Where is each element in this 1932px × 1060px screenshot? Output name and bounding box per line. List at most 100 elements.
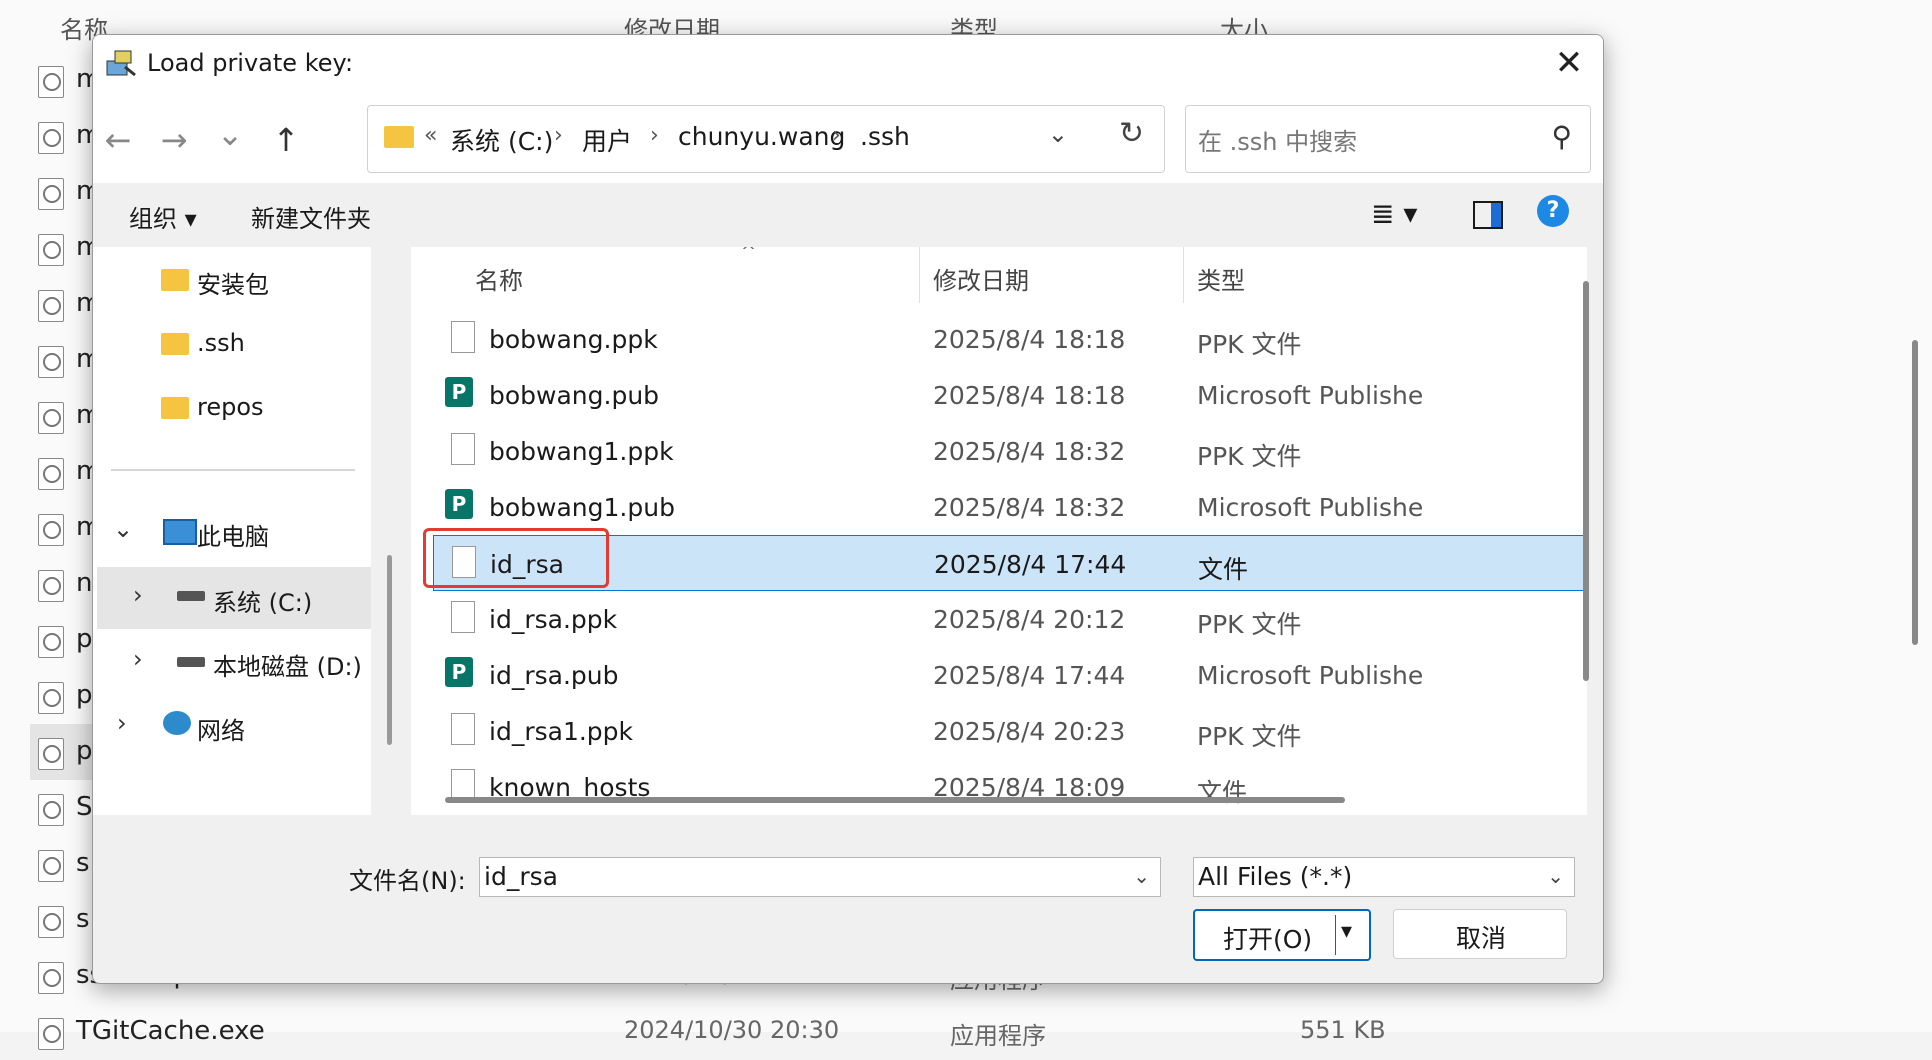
file-row[interactable]: id_rsa1.ppk 2025/8/4 20:23 PPK 文件 bbox=[433, 703, 1587, 759]
file-row[interactable]: bobwang.ppk 2025/8/4 18:18 PPK 文件 bbox=[433, 311, 1587, 367]
back-arrow-icon[interactable]: ← bbox=[93, 121, 143, 159]
vertical-scrollbar[interactable] bbox=[1583, 281, 1589, 681]
publisher-file-icon: P bbox=[445, 377, 473, 407]
file-type: PPK 文件 bbox=[1197, 722, 1302, 751]
file-type: PPK 文件 bbox=[1197, 610, 1302, 639]
putty-key-icon bbox=[106, 50, 136, 77]
nav-item-label: 此电脑 bbox=[197, 523, 269, 551]
file-icon bbox=[38, 234, 64, 266]
file-icon bbox=[38, 794, 64, 826]
address-dropdown-chevron-icon[interactable]: ⌄ bbox=[1048, 120, 1068, 148]
file-icon bbox=[38, 682, 64, 714]
file-row[interactable]: Pbobwang.pub 2025/8/4 18:18 Microsoft Publ… bbox=[433, 367, 1587, 423]
chevron-down-icon[interactable]: ⌄ bbox=[1547, 864, 1564, 888]
organize-menu-button[interactable]: 组织 ▾ bbox=[129, 199, 197, 234]
breadcrumb-separator[interactable]: › bbox=[650, 123, 659, 148]
bg-file-name: S bbox=[76, 792, 93, 822]
breadcrumb-separator[interactable]: › bbox=[554, 123, 563, 148]
search-icon[interactable]: ⚲ bbox=[1551, 120, 1572, 153]
bg-file-name: p bbox=[76, 736, 93, 766]
file-icon bbox=[451, 321, 475, 353]
file-row[interactable]: id_rsa.ppk 2025/8/4 20:12 PPK 文件 bbox=[433, 591, 1587, 647]
nav-pane-scrollbar[interactable] bbox=[387, 555, 392, 745]
open-button-label: 打开(O) bbox=[1223, 925, 1313, 954]
chevron-right-icon[interactable]: › bbox=[133, 645, 143, 673]
help-icon[interactable]: ? bbox=[1537, 195, 1569, 227]
chevron-down-icon[interactable]: ⌄ bbox=[113, 515, 133, 543]
filename-label: 文件名(N): bbox=[349, 867, 466, 895]
open-button[interactable]: 打开(O) ▾ bbox=[1193, 909, 1371, 961]
file-row[interactable]: known_hosts 2025/8/4 18:09 文件 bbox=[433, 759, 1587, 815]
view-options-icon[interactable]: ≣ ▾ bbox=[1371, 197, 1417, 230]
column-header-name[interactable]: 名称 bbox=[475, 261, 523, 296]
file-type: PPK 文件 bbox=[1197, 330, 1302, 359]
drive-icon bbox=[177, 657, 205, 667]
horizontal-scrollbar[interactable] bbox=[445, 797, 1345, 803]
up-arrow-icon[interactable]: ↑ bbox=[261, 121, 311, 159]
forward-arrow-icon[interactable]: → bbox=[149, 121, 199, 159]
nav-item-installers[interactable]: 安装包 bbox=[93, 251, 371, 307]
file-name: bobwang.pub bbox=[489, 381, 660, 410]
nav-item-repos[interactable]: repos bbox=[93, 379, 371, 435]
cancel-button-label: 取消 bbox=[1456, 924, 1507, 953]
breadcrumb-users[interactable]: 用户 bbox=[582, 122, 632, 158]
column-divider[interactable] bbox=[919, 247, 920, 303]
bg-row-size: 551 KB bbox=[1300, 1016, 1386, 1044]
nav-item-drive-c[interactable]: › 系统 (C:) bbox=[97, 567, 371, 629]
column-header-type[interactable]: 类型 bbox=[1197, 261, 1245, 296]
folder-icon bbox=[161, 269, 189, 291]
chevron-down-icon[interactable]: ⌄ bbox=[1133, 864, 1150, 888]
new-folder-button[interactable]: 新建文件夹 bbox=[251, 199, 371, 234]
preview-pane-icon[interactable] bbox=[1473, 201, 1503, 229]
column-divider[interactable] bbox=[1183, 247, 1184, 303]
search-box[interactable]: 在 .ssh 中搜索 ⚲ bbox=[1185, 105, 1591, 173]
file-row[interactable]: bobwang1.ppk 2025/8/4 18:32 PPK 文件 bbox=[433, 423, 1587, 479]
address-overflow[interactable]: « bbox=[424, 123, 437, 148]
file-type-filter[interactable]: All Files (*.*) ⌄ bbox=[1193, 857, 1575, 897]
refresh-icon[interactable]: ↻ bbox=[1119, 116, 1144, 151]
file-icon bbox=[38, 850, 64, 882]
drive-icon bbox=[177, 591, 205, 601]
file-modified: 2025/8/4 17:44 bbox=[934, 550, 1127, 579]
bg-row-type: 应用程序 bbox=[950, 1022, 1046, 1050]
file-modified: 2025/8/4 18:18 bbox=[933, 381, 1126, 410]
breadcrumb-user-folder[interactable]: chunyu.wang bbox=[678, 122, 845, 151]
file-type: Microsoft Publishe bbox=[1197, 493, 1424, 522]
navigation-pane: 安装包 .ssh repos ⌄ 此电脑 › 系统 (C:) › 本地磁盘 (D… bbox=[93, 247, 371, 815]
chevron-right-icon[interactable]: › bbox=[133, 581, 143, 609]
column-header-modified[interactable]: 修改日期 bbox=[933, 261, 1029, 296]
address-bar[interactable]: « 系统 (C:) › 用户 › chunyu.wang › .ssh ⌄ ↻ bbox=[367, 105, 1165, 173]
file-name: bobwang1.ppk bbox=[489, 437, 674, 466]
recent-locations-chevron-icon[interactable]: ⌄ bbox=[205, 115, 255, 153]
bg-file-name: s bbox=[76, 848, 90, 878]
folder-icon bbox=[161, 397, 189, 419]
background-scrollbar[interactable] bbox=[1912, 340, 1918, 645]
bg-file-name: n bbox=[76, 568, 93, 598]
file-name: id_rsa1.ppk bbox=[489, 717, 634, 746]
highlight-annotation bbox=[423, 528, 609, 588]
nav-item-ssh[interactable]: .ssh bbox=[93, 315, 371, 371]
folder-icon bbox=[161, 333, 189, 355]
nav-item-network[interactable]: › 网络 bbox=[93, 697, 371, 753]
nav-item-label: 安装包 bbox=[197, 271, 269, 299]
breadcrumb-drive-c[interactable]: 系统 (C:) bbox=[450, 122, 553, 158]
file-icon bbox=[38, 66, 64, 98]
file-icon bbox=[38, 906, 64, 938]
file-row[interactable]: Pid_rsa.pub 2025/8/4 17:44 Microsoft Publi… bbox=[433, 647, 1587, 703]
file-row[interactable]: Pbobwang1.pub 2025/8/4 18:32 Microsoft Pub… bbox=[433, 479, 1587, 535]
nav-item-drive-d[interactable]: › 本地磁盘 (D:) bbox=[93, 633, 371, 689]
file-icon bbox=[38, 962, 64, 994]
chevron-right-icon[interactable]: › bbox=[117, 709, 127, 737]
breadcrumb-ssh[interactable]: .ssh bbox=[860, 122, 910, 151]
nav-item-label: repos bbox=[197, 393, 264, 421]
nav-item-this-pc[interactable]: ⌄ 此电脑 bbox=[93, 503, 371, 559]
file-type: 文件 bbox=[1198, 555, 1249, 584]
computer-icon bbox=[163, 519, 197, 545]
bg-file-name: s bbox=[76, 904, 90, 934]
breadcrumb-separator[interactable]: › bbox=[832, 123, 841, 148]
filename-input[interactable]: id_rsa ⌄ bbox=[479, 857, 1161, 897]
open-dropdown-arrow-icon[interactable]: ▾ bbox=[1341, 919, 1352, 944]
close-button[interactable]: ✕ bbox=[1535, 35, 1603, 93]
file-modified: 2025/8/4 18:32 bbox=[933, 493, 1126, 522]
cancel-button[interactable]: 取消 bbox=[1393, 909, 1567, 959]
